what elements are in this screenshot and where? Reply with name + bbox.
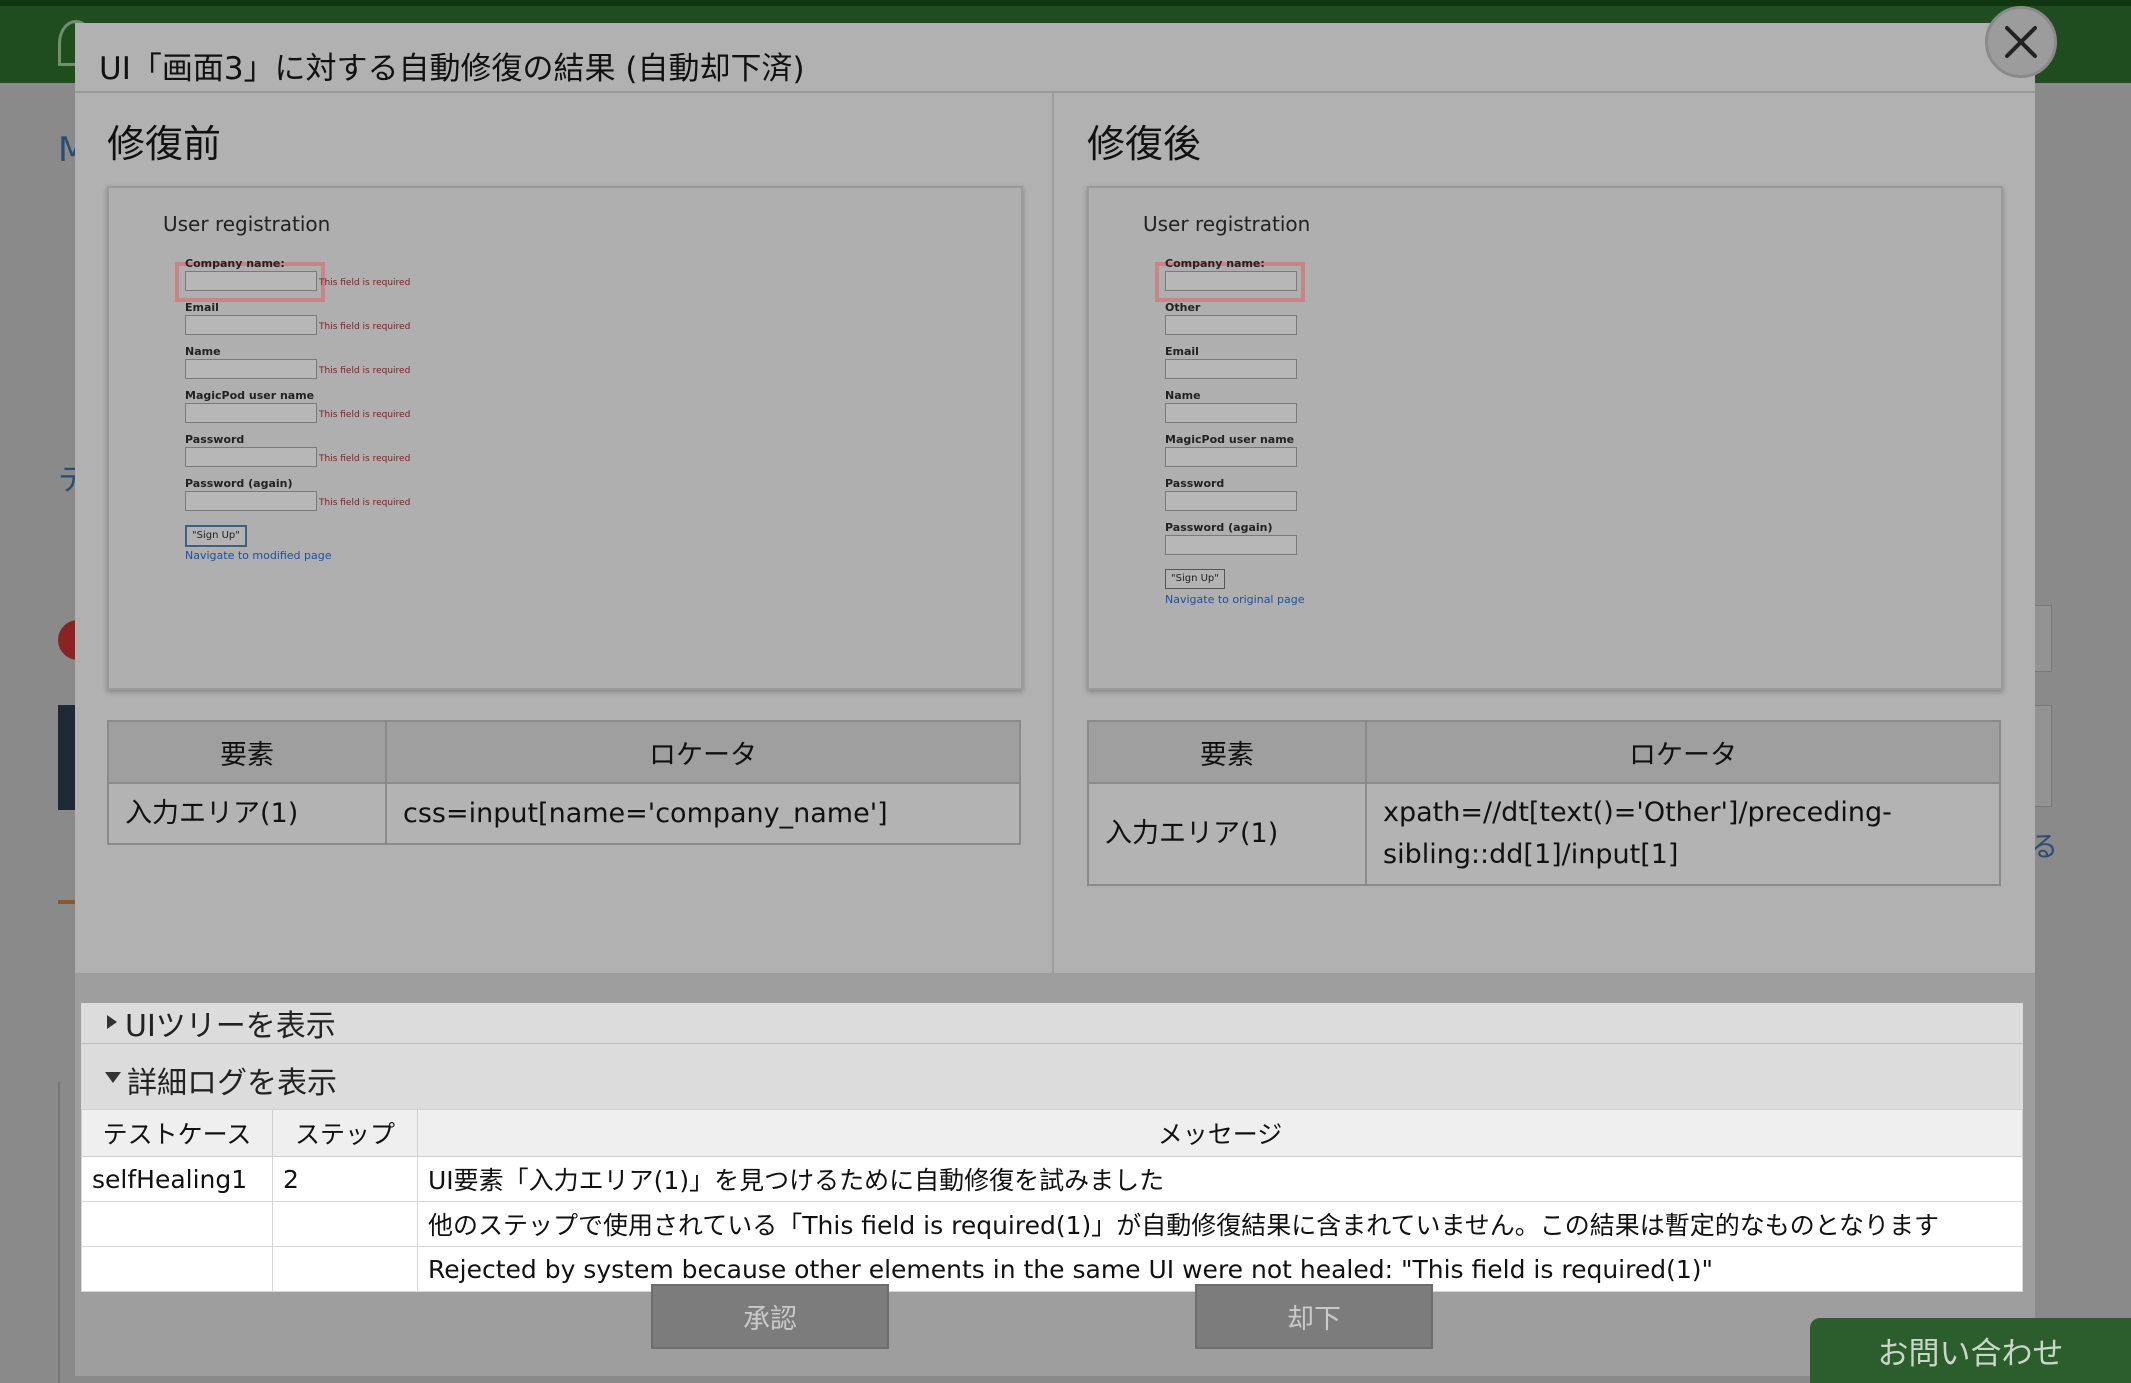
close-icon xyxy=(2005,26,2037,58)
column-header-step: ステップ xyxy=(272,1109,418,1157)
modal-title: UI「画面3」に対する自動修復の結果 (自動却下済) xyxy=(99,51,805,87)
column-header-locator: ロケータ xyxy=(385,720,1021,784)
test-case-cell xyxy=(81,1246,273,1292)
locator-line: xpath=//dt[text()='Other']/preceding- xyxy=(1383,797,1892,828)
self-healing-result-modal: UI「画面3」に対する自動修復の結果 (自動却下済) 修復前 User regi… xyxy=(75,23,2035,1376)
step-cell xyxy=(272,1246,418,1292)
after-locator-table: 要素 ロケータ 入力エリア(1) xpath=//dt[text()='Othe… xyxy=(1087,720,2001,886)
field-label: Email xyxy=(185,301,219,314)
locator-cell: css=input[name='company_name'] xyxy=(385,782,1021,845)
contact-button[interactable]: お問い合わせ xyxy=(1810,1318,2131,1383)
field-input xyxy=(185,491,317,511)
column-header-message: メッセージ xyxy=(417,1109,2023,1157)
table-row: 他のステップで使用されている「This field is required(1)… xyxy=(81,1201,2023,1247)
close-button[interactable] xyxy=(1985,6,2057,78)
screenshot-title: User registration xyxy=(1143,212,1311,236)
field-label: Name xyxy=(185,345,221,358)
bg-divider xyxy=(58,900,76,904)
step-cell: 2 xyxy=(272,1156,418,1202)
field-input xyxy=(1165,447,1297,467)
column-header-locator: ロケータ xyxy=(1365,720,2001,784)
error-text: This field is required xyxy=(319,498,411,508)
sign-up-button: "Sign Up" xyxy=(1165,569,1225,589)
message-cell: UI要素「入力エリア(1)」を見つけるために自動修復を試みました xyxy=(417,1156,2023,1202)
column-header-element: 要素 xyxy=(1087,720,1367,784)
locator-line: sibling::dd[1]/input[1] xyxy=(1383,839,1679,870)
table-row: selfHealing1 2 UI要素「入力エリア(1)」を見つけるために自動修… xyxy=(81,1156,2023,1202)
field-label: Password xyxy=(1165,477,1225,490)
after-heading: 修復後 xyxy=(1087,122,1202,166)
before-screenshot: User registration Company name: This fie… xyxy=(107,186,1023,690)
field-input xyxy=(1165,535,1297,555)
field-label: MagicPod user name xyxy=(185,389,315,402)
error-text: This field is required xyxy=(319,322,411,332)
table-row: Rejected by system because other element… xyxy=(81,1246,2023,1292)
error-text: This field is required xyxy=(319,366,411,376)
ui-tree-toggle[interactable]: UIツリーを表示 xyxy=(81,1003,2023,1044)
element-cell: 入力エリア(1) xyxy=(107,782,387,845)
field-label: Name xyxy=(1165,389,1201,402)
field-label: MagicPod user name xyxy=(1165,433,1295,446)
before-locator-table: 要素 ロケータ 入力エリア(1) css=input[name='company… xyxy=(107,720,1021,845)
bg-panel xyxy=(58,705,76,810)
title-divider xyxy=(75,91,2035,93)
after-screenshot: User registration Company name: Other Em… xyxy=(1087,186,2003,690)
field-input xyxy=(185,403,317,423)
details-panel: UIツリーを表示 詳細ログを表示 テストケース ステップ メッセージ selfH… xyxy=(75,973,2035,1376)
test-case-cell xyxy=(81,1201,273,1247)
column-divider xyxy=(1052,93,1054,993)
detail-log-label: 詳細ログを表示 xyxy=(127,1066,337,1101)
header-stripe xyxy=(0,0,2131,6)
detail-log-toggle[interactable]: 詳細ログを表示 xyxy=(81,1043,2023,1110)
field-input xyxy=(1165,403,1297,423)
field-label: Company name: xyxy=(185,257,285,270)
field-label: Password (again) xyxy=(1165,521,1273,534)
locator-cell: xpath=//dt[text()='Other']/preceding- si… xyxy=(1365,782,2001,886)
field-input xyxy=(185,315,317,335)
field-input xyxy=(1165,315,1297,335)
caret-right-icon xyxy=(107,1015,117,1029)
error-text: This field is required xyxy=(319,278,411,288)
detail-log-table: テストケース ステップ メッセージ selfHealing1 2 UI要素「入力… xyxy=(81,1109,2023,1292)
field-input xyxy=(185,447,317,467)
field-input xyxy=(1165,271,1297,291)
sign-up-button: "Sign Up" xyxy=(185,525,247,547)
navigate-link: Navigate to modified page xyxy=(185,549,332,562)
field-label: Password (again) xyxy=(185,477,293,490)
error-text: This field is required xyxy=(319,410,411,420)
screenshot-title: User registration xyxy=(163,212,331,236)
field-label: Email xyxy=(1165,345,1199,358)
navigate-link: Navigate to original page xyxy=(1165,593,1305,606)
step-cell xyxy=(272,1201,418,1247)
field-input xyxy=(185,359,317,379)
element-cell: 入力エリア(1) xyxy=(1087,782,1367,886)
ui-tree-label: UIツリーを表示 xyxy=(125,1009,336,1044)
field-label: Company name: xyxy=(1165,257,1265,270)
error-text: This field is required xyxy=(319,454,411,464)
field-input xyxy=(1165,491,1297,511)
message-cell: 他のステップで使用されている「This field is required(1)… xyxy=(417,1201,2023,1247)
column-header-test-case: テストケース xyxy=(81,1109,273,1157)
before-heading: 修復前 xyxy=(107,122,222,166)
field-input xyxy=(185,271,317,291)
approve-button[interactable]: 承認 xyxy=(651,1284,889,1349)
column-header-element: 要素 xyxy=(107,720,387,784)
field-label: Password xyxy=(185,433,245,446)
field-label: Other xyxy=(1165,301,1201,314)
test-case-cell: selfHealing1 xyxy=(81,1156,273,1202)
field-input xyxy=(1165,359,1297,379)
caret-down-icon xyxy=(105,1072,121,1083)
reject-button[interactable]: 却下 xyxy=(1195,1284,1433,1349)
